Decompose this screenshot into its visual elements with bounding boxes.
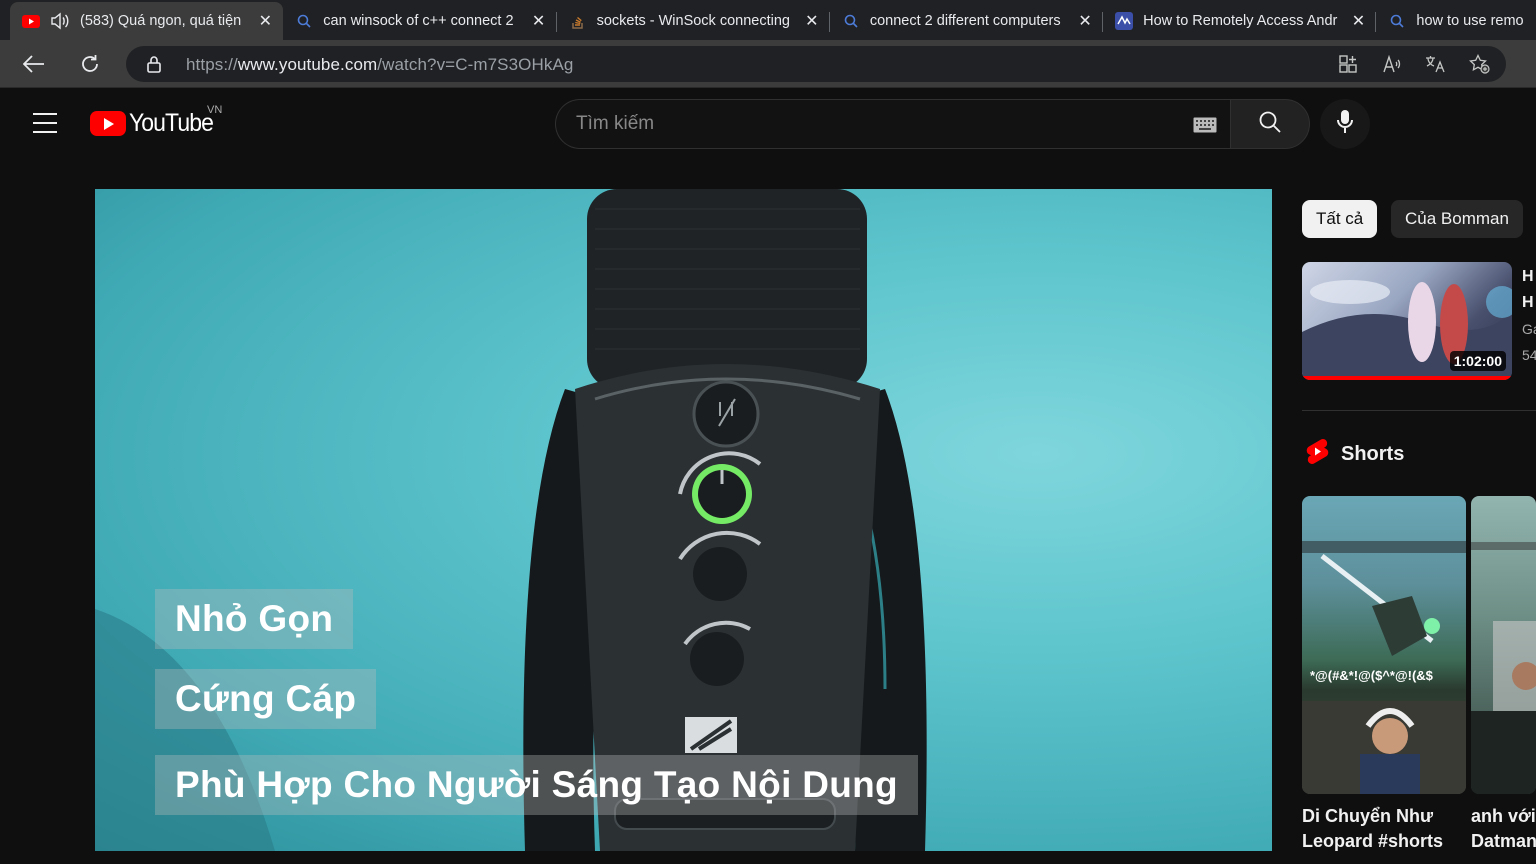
search-icon (842, 12, 860, 30)
youtube-logo[interactable]: YouTube VN (90, 104, 222, 138)
short-image (1302, 541, 1466, 794)
video-caption: Cứng Cáp (155, 669, 377, 729)
short-title[interactable]: Di Chuyển Như Leopard #shorts (1302, 804, 1466, 854)
short-image (1471, 542, 1536, 794)
close-icon[interactable]: ✕ (804, 11, 820, 31)
video-caption: Nhỏ Gọn (155, 589, 354, 649)
url-text: https://www.youtube.com/watch?v=C-m7S3OH… (186, 55, 574, 74)
short-title-line: Leopard #shorts (1302, 831, 1444, 851)
recommended-video-thumbnail[interactable]: 1:02:00 (1302, 262, 1512, 380)
voice-search-button[interactable] (1320, 99, 1370, 149)
translate-icon[interactable] (1424, 52, 1448, 76)
country-code: VN (207, 104, 223, 116)
short-title[interactable]: anh với Datmani (1471, 804, 1536, 854)
tab-title: how to use remo (1416, 13, 1524, 29)
close-icon[interactable]: ✕ (1077, 11, 1093, 31)
close-icon[interactable]: ✕ (531, 11, 547, 31)
recommended-video-channel: Ga (1522, 321, 1536, 337)
logo-wordmark: YouTube (129, 109, 214, 137)
browser-tab-strip: (583) Quá ngon, quá tiện ✕ can winsock o… (0, 0, 1536, 40)
search-button[interactable] (1230, 99, 1310, 149)
search-icon (295, 12, 313, 30)
shorts-icon (1305, 438, 1329, 471)
chip-channel[interactable]: Của Bomman (1391, 200, 1523, 238)
favorite-add-icon[interactable] (1468, 52, 1492, 76)
microphone-icon (1336, 109, 1354, 140)
address-bar[interactable]: https://www.youtube.com/watch?v=C-m7S3OH… (126, 46, 1506, 82)
video-player[interactable]: Nhỏ Gọn Cứng Cáp Phù Hợp Cho Người Sáng … (95, 189, 1272, 851)
short-overlay-text: *@(#&*!@($^*@!(&$ (1310, 668, 1433, 683)
back-button[interactable] (18, 48, 50, 80)
short-thumbnail[interactable] (1471, 496, 1536, 794)
video-duration: 1:02:00 (1449, 351, 1506, 371)
chip-all[interactable]: Tất cả (1302, 200, 1378, 238)
speaker-icon[interactable] (50, 12, 70, 30)
tab-title: How to Remotely Access Andr (1143, 13, 1338, 29)
video-caption: Phù Hợp Cho Người Sáng Tạo Nội Dung (155, 755, 918, 815)
browser-tab[interactable]: sockets - WinSock connecting ✕ (557, 2, 830, 40)
youtube-masthead: YouTube VN Tìm kiếm (0, 89, 1536, 159)
menu-icon[interactable] (33, 113, 57, 133)
browser-tab[interactable]: connect 2 different computers ✕ (830, 2, 1104, 40)
section-divider (1302, 410, 1536, 411)
recommended-video-meta[interactable]: H H Ga 54 (1522, 264, 1536, 368)
site-icon (1115, 12, 1134, 30)
tab-title: can winsock of c++ connect 2 (323, 13, 514, 29)
recommended-video-title-line: H (1522, 294, 1534, 311)
search-icon (1258, 110, 1282, 139)
browser-tab[interactable]: How to Remotely Access Andr ✕ (1103, 2, 1377, 40)
watch-progress-bar (1302, 376, 1512, 380)
tab-title: (583) Quá ngon, quá tiện (80, 13, 242, 29)
recommended-video-title-line: H (1522, 268, 1534, 285)
browser-tab[interactable]: how to use remo (1376, 2, 1536, 40)
read-aloud-icon[interactable] (1380, 52, 1404, 76)
youtube-icon (22, 12, 40, 30)
short-title-line: Datmani (1471, 831, 1536, 851)
stackoverflow-icon (569, 12, 587, 30)
app-available-icon[interactable] (1336, 52, 1360, 76)
youtube-play-icon (90, 111, 126, 136)
short-title-line: anh với (1471, 806, 1536, 826)
shorts-label: Shorts (1341, 443, 1405, 465)
shorts-heading: Shorts (1305, 438, 1404, 471)
short-thumbnail[interactable]: *@(#&*!@($^*@!(&$ (1302, 496, 1466, 794)
browser-tab[interactable]: can winsock of c++ connect 2 ✕ (283, 2, 557, 40)
close-icon[interactable]: ✕ (1350, 11, 1366, 31)
browser-tab[interactable]: (583) Quá ngon, quá tiện ✕ (10, 2, 284, 40)
search-input[interactable]: Tìm kiếm (555, 99, 1231, 149)
close-icon[interactable]: ✕ (257, 11, 273, 31)
keyboard-icon[interactable] (1193, 117, 1217, 133)
lock-icon[interactable] (146, 55, 162, 78)
tab-title: connect 2 different computers (869, 13, 1061, 29)
search-placeholder: Tìm kiếm (576, 113, 655, 134)
short-title-line: Di Chuyển Như (1302, 806, 1434, 826)
search-icon (1388, 12, 1406, 30)
browser-toolbar: https://www.youtube.com/watch?v=C-m7S3OH… (0, 40, 1536, 88)
video-frame (95, 189, 927, 851)
reload-button[interactable] (74, 48, 106, 80)
tab-title: sockets - WinSock connecting (596, 13, 790, 29)
recommended-video-views: 54 (1522, 347, 1536, 363)
